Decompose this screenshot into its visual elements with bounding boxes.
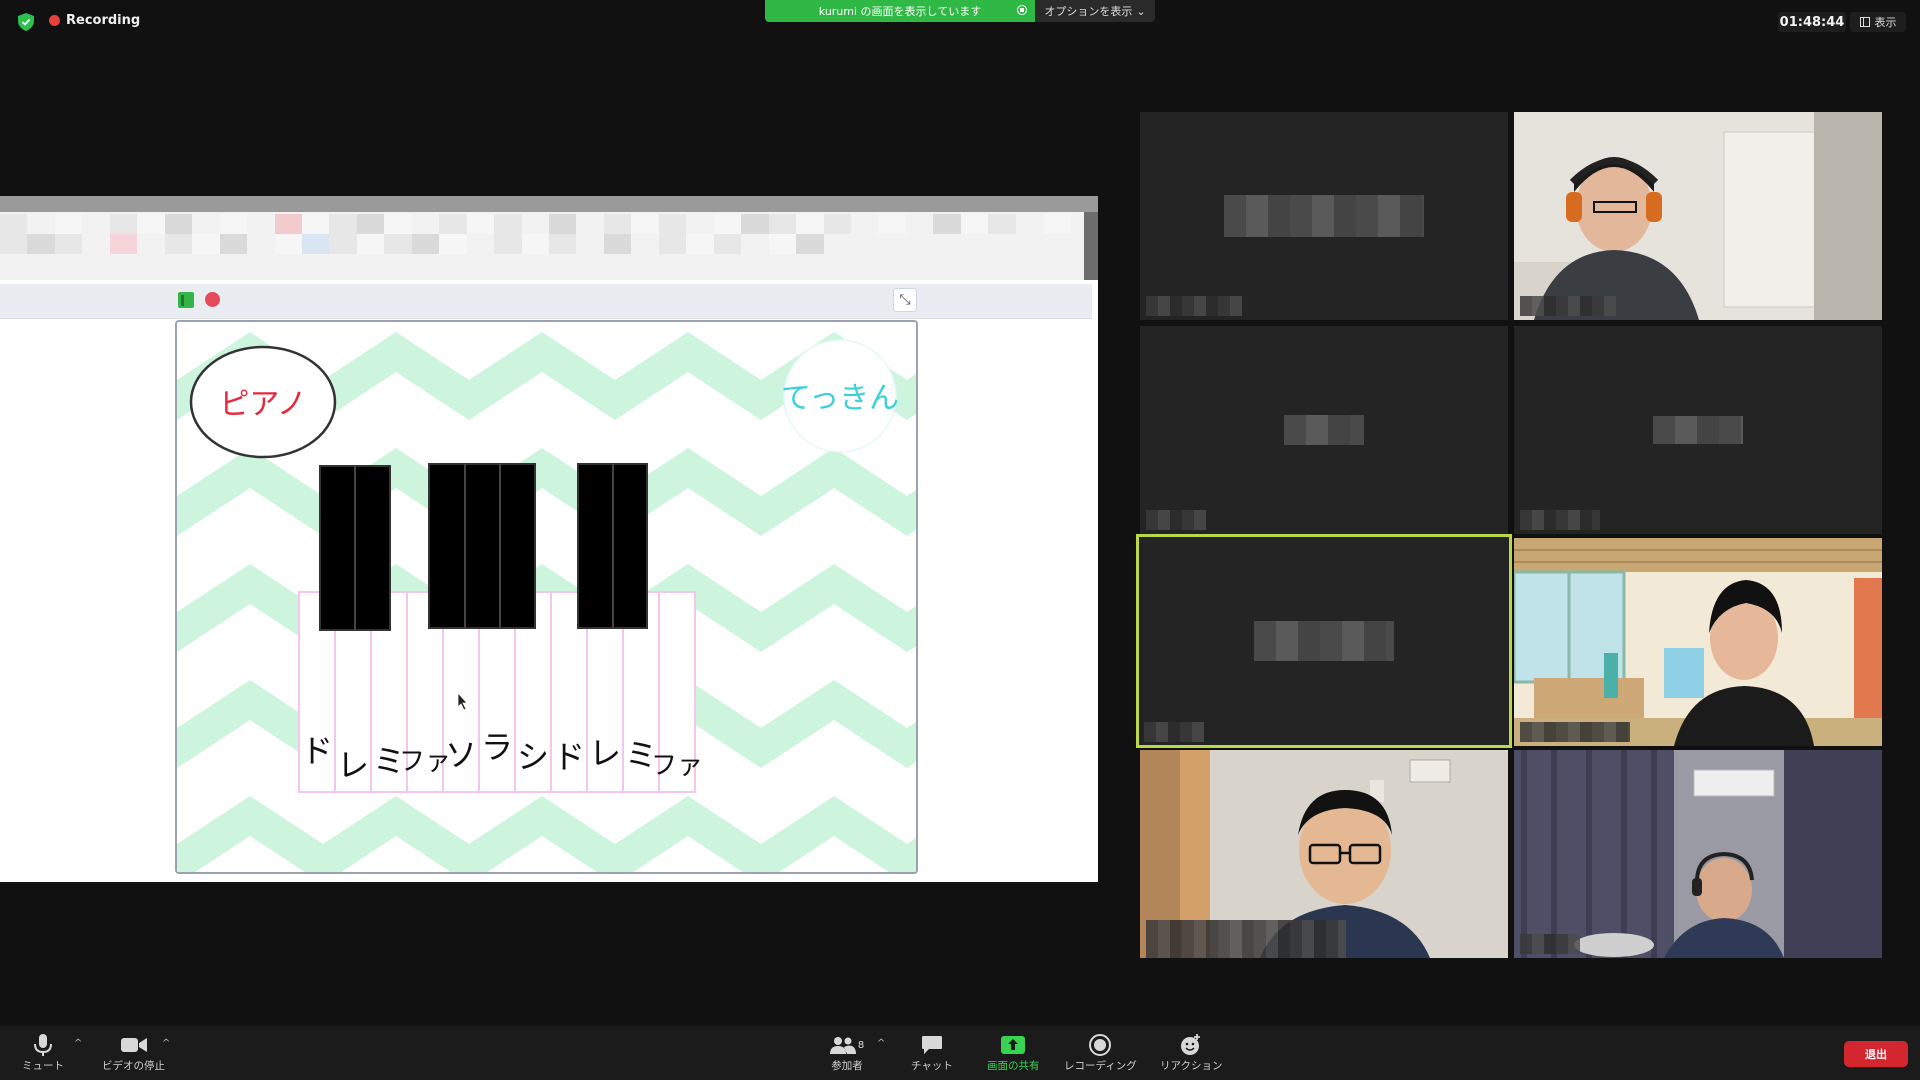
participant-tile-active-speaker[interactable]: [1136, 534, 1512, 748]
participant-name-tag: [1520, 510, 1600, 530]
note-label: ラ: [481, 728, 513, 766]
black-key-group-2[interactable]: [428, 463, 536, 629]
layout-icon: [1859, 17, 1870, 27]
participant-name-tag: [1520, 934, 1580, 954]
note-label: ソ: [445, 736, 477, 774]
audio-options-chevron-icon[interactable]: ^: [74, 1038, 82, 1049]
screen-share-banner: kurumi の画面を表示しています: [765, 0, 1035, 22]
chat-button[interactable]: チャット: [911, 1032, 953, 1073]
share-banner-text: kurumi の画面を表示しています: [818, 5, 982, 18]
participant-video: [1514, 112, 1882, 320]
note-label: ファ: [399, 747, 451, 777]
participant-tile-7[interactable]: [1140, 750, 1508, 958]
recording-indicator[interactable]: Recording: [49, 13, 140, 28]
participant-tile-3[interactable]: [1140, 326, 1508, 534]
stop-video-label: ビデオの停止: [102, 1060, 165, 1072]
participant-tile-6[interactable]: [1514, 538, 1882, 746]
piano-label: ピアノ: [219, 387, 306, 422]
note-label: シ: [517, 738, 549, 776]
shared-screen: ⤡ ピアノ てっきん ド レ ミ ファ ソ ラ シ ド レ ミ ファ: [0, 196, 1098, 882]
reaction-emoji-icon: [1176, 1032, 1206, 1058]
blurred-name: [1224, 195, 1424, 237]
reactions-label: リアクション: [1160, 1060, 1223, 1072]
participant-video: [1514, 538, 1882, 746]
microphone-icon: [28, 1032, 58, 1058]
participant-tile-1[interactable]: [1140, 112, 1508, 320]
view-layout-button[interactable]: 表示: [1850, 12, 1906, 32]
scratch-controls-bar: ⤡: [0, 284, 1092, 319]
participants-button[interactable]: 8 参加者: [824, 1032, 870, 1073]
blurred-browser-header: [0, 196, 1098, 280]
participant-tile-2[interactable]: [1514, 112, 1882, 320]
reactions-button[interactable]: リアクション: [1160, 1032, 1222, 1073]
note-label: レ: [589, 734, 621, 772]
chat-label: チャット: [911, 1060, 953, 1072]
stage-canvas: ピアノ てっきん ド レ ミ ファ ソ ラ シ ド レ ミ ファ: [177, 322, 916, 872]
note-label: レ: [337, 746, 369, 784]
participants-label: 参加者: [831, 1060, 863, 1072]
share-screen-icon: [998, 1032, 1028, 1058]
view-options-label: オプションを表示: [1044, 5, 1133, 18]
green-flag-icon[interactable]: [178, 292, 194, 308]
video-camera-icon: [119, 1032, 149, 1058]
participant-name-tag: [1520, 296, 1616, 316]
share-screen-button[interactable]: 画面の共有: [987, 1032, 1040, 1073]
meeting-toolbar: ミュート ^ ビデオの停止 ^ 8 参加者 ^ チャット 画面の共有 レコーディ…: [0, 1026, 1920, 1080]
participants-options-chevron-icon[interactable]: ^: [877, 1038, 885, 1049]
share-screen-label: 画面の共有: [987, 1060, 1040, 1072]
blurred-tabs: [0, 214, 1098, 274]
participant-count: 8: [857, 1039, 865, 1051]
tekkin-label: てっきん: [781, 381, 899, 416]
chevron-down-icon: ⌄: [1136, 4, 1146, 18]
recording-label: Recording: [66, 13, 141, 28]
record-label: レコーディング: [1064, 1060, 1137, 1072]
stop-share-icon[interactable]: [1017, 5, 1027, 15]
chat-icon: [917, 1032, 947, 1058]
record-button[interactable]: レコーディング: [1064, 1032, 1137, 1073]
participant-tile-4[interactable]: [1514, 326, 1882, 534]
participant-name-tag: [1144, 722, 1204, 742]
mute-label: ミュート: [22, 1060, 64, 1072]
video-options-chevron-icon[interactable]: ^: [162, 1038, 170, 1049]
participant-name-tag: [1520, 722, 1630, 742]
participant-name-tag: [1146, 510, 1206, 530]
exit-fullscreen-icon[interactable]: ⤡: [893, 288, 917, 312]
note-label: ド: [301, 732, 333, 770]
security-shield-icon[interactable]: [18, 13, 34, 31]
mute-button[interactable]: ミュート: [22, 1032, 64, 1073]
scratch-stage[interactable]: ピアノ てっきん ド レ ミ ファ ソ ラ シ ド レ ミ ファ: [175, 320, 918, 874]
participant-tile-8[interactable]: [1514, 750, 1882, 958]
meeting-timer: 01:48:44: [1778, 12, 1846, 32]
stop-icon[interactable]: [205, 292, 220, 307]
scrollbar[interactable]: [1084, 212, 1098, 280]
view-layout-label: 表示: [1874, 16, 1897, 29]
blurred-name: [1653, 416, 1743, 444]
black-keys: [319, 463, 648, 631]
record-icon: [1085, 1032, 1115, 1058]
view-options-button[interactable]: オプションを表示 ⌄: [1035, 0, 1155, 22]
note-label: ファ: [651, 751, 703, 781]
participant-name-tag: [1146, 920, 1346, 958]
blurred-name: [1284, 415, 1364, 445]
recording-dot-icon: [49, 15, 60, 26]
participant-name-tag: [1146, 296, 1242, 316]
participants-icon: 8: [824, 1032, 870, 1058]
note-label: ド: [553, 738, 585, 776]
leave-meeting-button[interactable]: 退出: [1844, 1041, 1908, 1067]
stop-video-button[interactable]: ビデオの停止: [102, 1032, 165, 1073]
participant-video: [1514, 750, 1882, 958]
blurred-name: [1254, 621, 1394, 661]
